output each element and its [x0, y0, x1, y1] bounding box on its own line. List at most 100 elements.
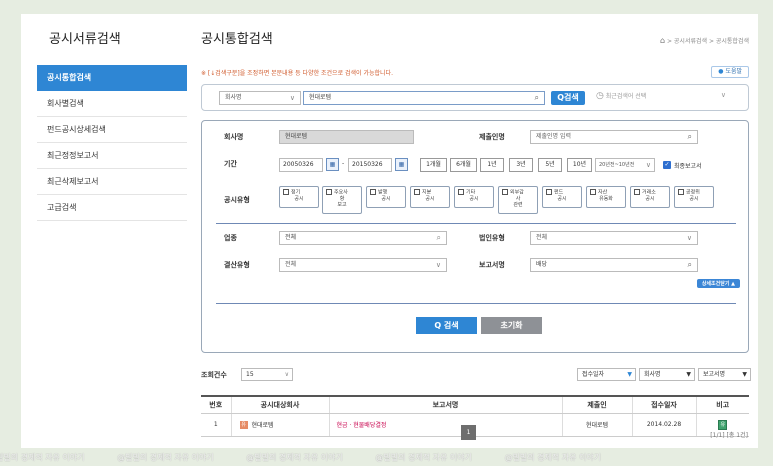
disclosure-type-checkbox[interactable]: 거래소 공시 [630, 186, 670, 208]
checkbox-icon[interactable] [414, 189, 420, 195]
sort-company-select[interactable]: 회사명 ▼ [639, 368, 695, 381]
period-6m-button[interactable]: 6개월 [450, 158, 477, 172]
search-icon[interactable]: ⌕ [688, 259, 692, 271]
disclosure-type-label: 관련 [513, 201, 523, 208]
checkbox-icon[interactable] [678, 189, 684, 195]
submitter-label: 제출인명 [479, 133, 505, 141]
period-10y-button[interactable]: 10년 [567, 158, 592, 172]
settlement-select[interactable]: 전체 ∨ [279, 258, 447, 272]
disclosure-type-checkbox[interactable]: 자산 유동화 [586, 186, 626, 208]
checkbox-icon[interactable] [634, 189, 640, 195]
sidebar-item-recent-corrections[interactable]: 최근정정보고서 [37, 143, 187, 169]
watermark-text: @빌빌의 경제적 자유 이야기 [504, 453, 602, 462]
report-link[interactable]: 현금 · 현물배당결정 [337, 422, 387, 429]
company-label: 회사명 [224, 133, 244, 141]
count-select[interactable]: 15 ∨ [241, 368, 293, 381]
search-category-select[interactable]: 회사명 ∨ [219, 91, 301, 105]
checkbox-icon[interactable] [458, 189, 464, 195]
chevron-down-icon: ∨ [284, 371, 289, 378]
note-badge-icon[interactable]: 유 [718, 419, 728, 430]
report-cell[interactable]: 현금 · 현물배당결정 [328, 413, 562, 437]
column-header: 접수일자 [631, 395, 696, 414]
period-3y-button[interactable]: 3년 [509, 158, 533, 172]
column-header: 제출인 [561, 395, 632, 414]
disclosure-type-label: 공시 [294, 195, 304, 202]
divider [216, 223, 736, 224]
watermark-text: @빌빌의 경제적 자유 이야기 [0, 453, 85, 462]
disclosure-type-label: 주요사 [334, 189, 348, 196]
disclosure-type-checkbox[interactable]: 공정위 공시 [674, 186, 714, 208]
calendar-icon[interactable]: ▦ [395, 158, 408, 171]
help-button[interactable]: ● 도움말 [711, 66, 749, 78]
company-name[interactable]: 현대로템 [252, 422, 274, 429]
disclosure-type-label: 펀드 [554, 189, 564, 196]
search-icon[interactable]: ⌕ [437, 232, 441, 244]
industry-select[interactable]: 전체 ⌕ [279, 231, 447, 245]
checkbox-icon[interactable] [590, 189, 596, 195]
date-to-input[interactable]: 20150326 [348, 158, 392, 172]
sidebar-item-recent-deletions[interactable]: 최근삭제보고서 [37, 169, 187, 195]
corp-type-select[interactable]: 전체 ∨ [530, 231, 698, 245]
calendar-icon[interactable]: ▦ [326, 158, 339, 171]
disclosure-type-checkbox[interactable]: 주요사 항 보고 [322, 186, 362, 214]
search-filter-panel: 회사명 현대로템 제출인명 제출인명 입력 ⌕ 기간 20050326 ▦ - 2… [201, 120, 749, 353]
detail-toggle-button[interactable]: 상세조건닫기 ▲ [696, 279, 740, 288]
row-number: 1 [201, 413, 231, 437]
disclosure-type-checkbox[interactable]: 정기 공시 [279, 186, 319, 208]
search-icon[interactable]: ⌕ [688, 131, 692, 143]
disclosure-type-label: 정기 [291, 189, 301, 196]
search-icon[interactable]: ⌕ [535, 92, 539, 104]
industry-value: 전체 [285, 234, 297, 241]
company-cell[interactable]: 유 현대로템 [230, 413, 329, 437]
checkbox-icon[interactable] [283, 189, 289, 195]
search-query-input[interactable]: 현대로템 ⌕ [303, 91, 545, 105]
column-header: 공시대상회사 [230, 395, 329, 414]
sort-report-select[interactable]: 보고서명 ▼ [698, 368, 751, 381]
sidebar-title: 공시서류검색 [49, 32, 121, 47]
reset-button[interactable]: 초기화 [481, 317, 542, 334]
main-content: 공시통합검색 ⌂ > 공시서류검색 > 공시통합검색 ※ [↓검색구분]을 조정… [201, 28, 751, 437]
period-1m-button[interactable]: 1개월 [420, 158, 447, 172]
checkbox-icon[interactable] [370, 189, 376, 195]
corp-type-label: 법인유형 [479, 234, 505, 242]
disclosure-type-label: 공시 [425, 195, 435, 202]
report-name-input[interactable]: 배당 ⌕ [530, 258, 698, 272]
search-button[interactable]: Q 검색 [416, 317, 477, 334]
sidebar-item-advanced-search[interactable]: 고급검색 [37, 195, 187, 221]
caret-down-icon: ▼ [627, 371, 632, 378]
checkbox-icon[interactable] [502, 189, 508, 195]
company-input[interactable]: 현대로템 [279, 130, 414, 144]
disclosure-type-checkbox[interactable]: 외부감 사 관련 [498, 186, 538, 214]
checkbox-icon[interactable] [546, 189, 552, 195]
sidebar-item-company-search[interactable]: 회사별검색 [37, 91, 187, 117]
date-from-input[interactable]: 20050326 [279, 158, 323, 172]
sidebar-item-integrated-search[interactable]: 공시통합검색 [37, 65, 187, 91]
date-cell: 2014.02.28 [631, 413, 696, 437]
checkbox-icon[interactable] [326, 189, 332, 195]
recent-search-select[interactable]: ◷ 최근검색어 선택 [596, 91, 646, 101]
disclosure-type-checkbox[interactable]: 발행 공시 [366, 186, 406, 208]
quick-search-button[interactable]: Q검색 [551, 91, 585, 105]
divider [216, 303, 736, 304]
disclosure-type-checkbox[interactable]: 지분 공시 [410, 186, 450, 208]
latest-report-checkbox[interactable]: ✓ [663, 161, 671, 169]
submitter-input[interactable]: 제출인명 입력 ⌕ [530, 130, 698, 144]
sidebar-item-fund-search[interactable]: 펀드공시상세검색 [37, 117, 187, 143]
page-container: 공시서류검색 공시통합검색 회사별검색 펀드공시상세검색 최근정정보고서 최근삭… [21, 14, 758, 448]
count-value: 15 [246, 371, 254, 378]
watermark-text: @빌빌의 경제적 자유 이야기 [246, 453, 343, 462]
period-1y-button[interactable]: 1년 [480, 158, 504, 172]
disclosure-type-label: 공시 [381, 195, 391, 202]
results-toolbar: 조회건수 15 ∨ 접수일자 ▼ 회사명 ▼ 보고서명 ▼ [201, 368, 751, 382]
period-5y-button[interactable]: 5년 [538, 158, 562, 172]
home-icon[interactable]: ⌂ [660, 36, 665, 45]
chevron-down-icon[interactable]: ∨ [721, 91, 726, 99]
sort-date-select[interactable]: 접수일자 ▼ [577, 368, 636, 381]
help-label: 도움말 [725, 68, 742, 75]
disclosure-type-checkbox[interactable]: 기타 공시 [454, 186, 494, 208]
breadcrumb-item[interactable]: 공시서류검색 [674, 38, 707, 45]
page-button[interactable]: 1 [461, 425, 476, 440]
period-range-select[interactable]: 20년전~10년전 ∨ [595, 158, 655, 172]
sort-date-label: 접수일자 [582, 371, 605, 378]
disclosure-type-checkbox[interactable]: 펀드 공시 [542, 186, 582, 208]
